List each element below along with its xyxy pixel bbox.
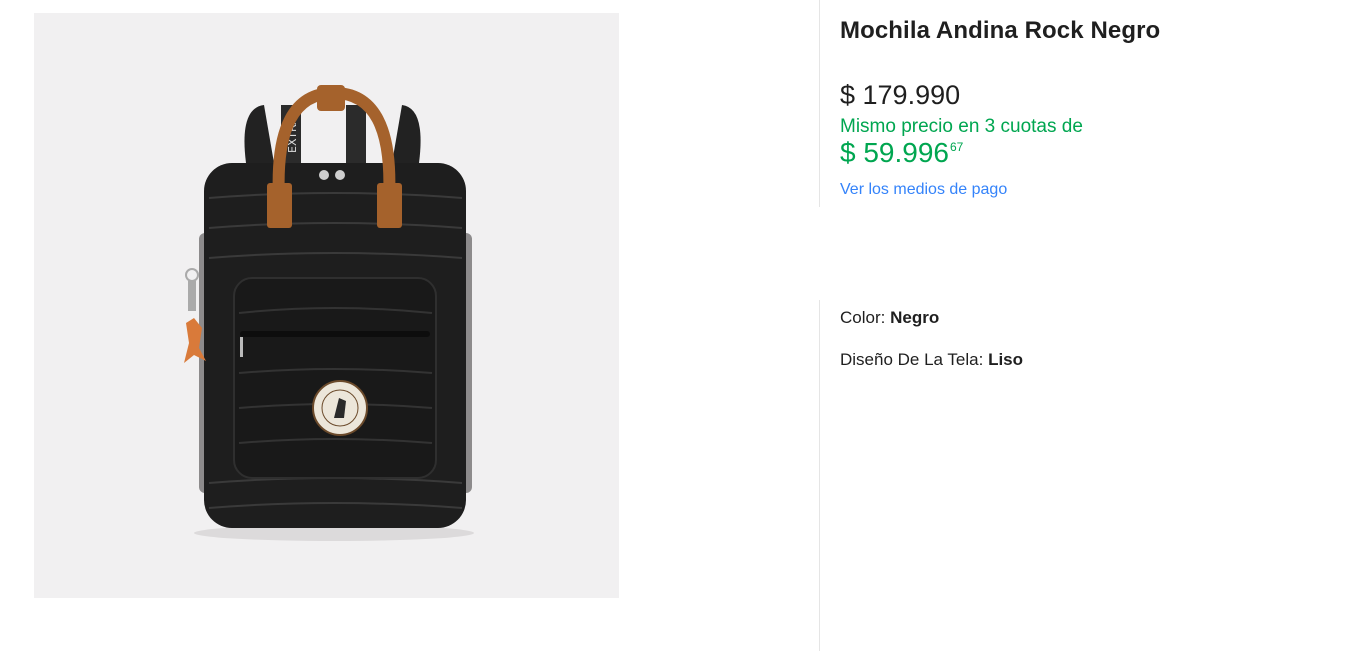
vertical-divider bbox=[819, 0, 820, 207]
vertical-divider bbox=[819, 300, 820, 651]
product-image[interactable]: EXTRA bbox=[34, 13, 619, 598]
spec-value: Negro bbox=[890, 308, 940, 327]
spec-fabric-design: Diseño De La Tela: Liso bbox=[840, 350, 1023, 370]
installment-amount-value: $ 59.996 bbox=[840, 137, 949, 168]
installments-text: Mismo precio en 3 cuotas de bbox=[840, 116, 1083, 137]
spec-color: Color: Negro bbox=[840, 308, 939, 328]
installment-amount: $ 59.99667 bbox=[840, 137, 963, 169]
product-price: $ 179.990 bbox=[840, 80, 961, 110]
installment-amount-cents: 67 bbox=[950, 140, 964, 154]
spec-value: Liso bbox=[988, 350, 1024, 369]
product-title: Mochila Andina Rock Negro bbox=[840, 17, 1161, 44]
spec-label: Diseño De La Tela: bbox=[840, 350, 984, 369]
product-page: EXTRA Mochila Andina Rock Negro $ 179.99… bbox=[0, 0, 1346, 651]
payment-methods-link[interactable]: Ver los medios de pago bbox=[840, 181, 1007, 199]
spec-label: Color: bbox=[840, 308, 886, 327]
